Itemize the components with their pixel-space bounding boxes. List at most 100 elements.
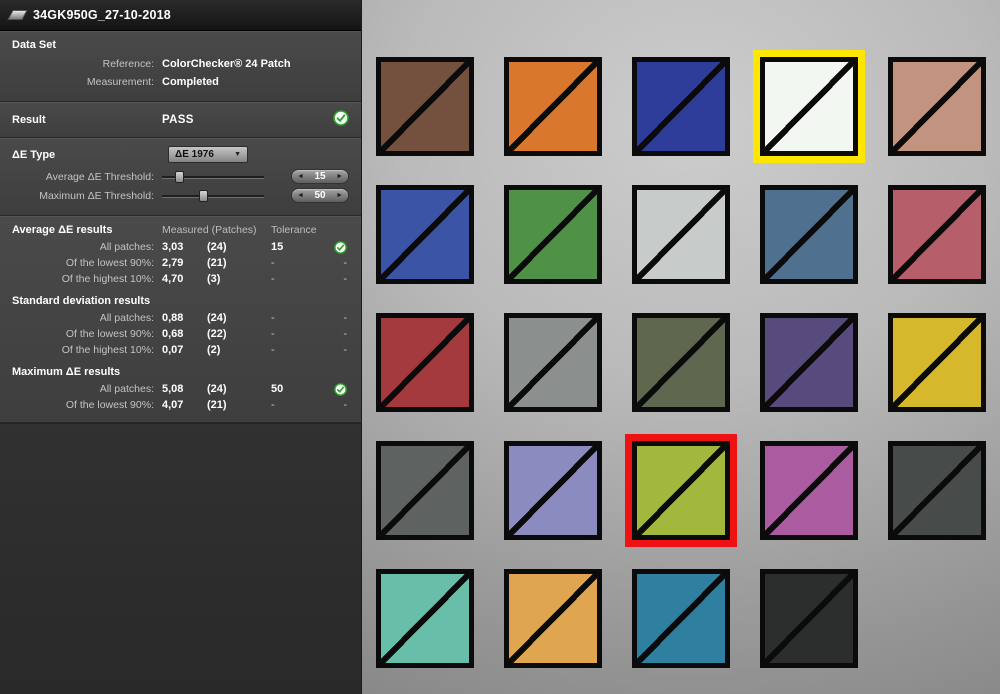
result-tolerance-value: - [271,273,275,285]
color-patch[interactable] [888,441,986,540]
color-patch[interactable] [888,57,986,156]
result-measured-value: 5,08 [162,383,184,395]
result-row: Of the highest 10%: 4,70 (3) - - [12,272,349,286]
color-patch[interactable] [376,185,474,284]
panel-empty-area [0,423,361,694]
color-patch[interactable] [888,185,986,284]
color-patch[interactable] [760,185,858,284]
color-patch[interactable] [376,569,474,668]
average-threshold-slider[interactable] [162,170,264,183]
result-measured-value: 0,88 [162,312,184,324]
color-patch[interactable] [504,313,602,412]
color-patch[interactable] [376,57,474,156]
result-measured-value: 3,03 [162,241,184,253]
result-tolerance-value: - [271,328,275,340]
pass-check-icon [334,382,347,396]
color-patch[interactable] [760,569,858,668]
results-column-headers: Average ΔE results Measured (Patches) To… [12,224,349,236]
result-tolerance-value: 50 [271,383,284,395]
patch-area [362,0,1000,694]
result-patch-count: (22) [207,328,227,340]
patch-grid [362,0,1000,668]
color-patch[interactable] [632,313,730,412]
slider-thumb[interactable] [175,170,185,183]
maximum-threshold-value: 50 [314,189,326,201]
pass-check-icon [334,240,347,254]
average-de-rows: All patches: 3,03 (24) 15 Of the lowest … [12,240,349,286]
result-tolerance-value: - [271,344,275,356]
result-status [329,240,349,254]
result-status: - [343,312,347,324]
color-patch[interactable] [632,441,730,540]
color-patch[interactable] [760,57,858,156]
slider-thumb[interactable] [198,189,208,202]
color-patch[interactable] [376,441,474,540]
color-patch[interactable] [632,57,730,156]
result-row: All patches: 0,88 (24) - - [12,311,349,325]
average-de-results-header: Average ΔE results [12,224,113,236]
color-patch[interactable] [760,313,858,412]
color-patch[interactable] [504,185,602,284]
maximum-threshold-label: Maximum ΔE Threshold: [39,189,154,202]
color-patch[interactable] [504,569,602,668]
measurement-label: Measurement: [86,76,154,88]
average-threshold-row: Average ΔE Threshold: ◄ 15 ► [12,169,349,184]
result-status [329,382,349,396]
result-status: - [343,328,347,340]
result-label: Result [12,113,46,126]
result-patch-count: (21) [207,399,227,411]
color-patch[interactable] [504,441,602,540]
spinner-left-arrow-icon[interactable]: ◄ [297,173,304,180]
result-row: Of the lowest 90%: 0,68 (22) - - [12,327,349,341]
result-patch-count: (24) [207,312,227,324]
maximum-de-results-header: Maximum ΔE results [12,366,121,378]
result-measured-value: 2,79 [162,257,184,269]
result-value: PASS [162,113,194,126]
result-status: - [343,273,347,285]
result-row-label: Of the highest 10%: [61,344,154,356]
measurement-value: Completed [162,76,219,88]
color-patch[interactable] [376,313,474,412]
result-row-label: Of the lowest 90%: [65,399,154,411]
color-patch[interactable] [760,441,858,540]
average-threshold-label: Average ΔE Threshold: [45,170,154,183]
result-patch-count: (2) [207,344,221,356]
result-row: All patches: 3,03 (24) 15 [12,240,349,254]
de-settings-section: ΔE Type ΔE 1976 ▼ Average ΔE Threshold: … [0,138,361,216]
result-tolerance-value: - [271,399,275,411]
result-row-label: Of the lowest 90%: [65,257,154,269]
result-patch-count: (24) [207,383,227,395]
result-tolerance-value: - [271,312,275,324]
de-type-dropdown[interactable]: ΔE 1976 ▼ [168,146,248,163]
spinner-right-arrow-icon[interactable]: ► [336,173,343,180]
de-type-selected: ΔE 1976 [175,149,214,160]
std-dev-rows: All patches: 0,88 (24) - - Of the lowest… [12,311,349,357]
result-row-label: All patches: [99,312,154,324]
result-patch-count: (21) [207,257,227,269]
result-row-label: Of the lowest 90%: [65,328,154,340]
average-threshold-spinner[interactable]: ◄ 15 ► [291,169,349,184]
color-patch[interactable] [632,185,730,284]
color-patch[interactable] [888,313,986,412]
result-status: - [343,344,347,356]
spinner-left-arrow-icon[interactable]: ◄ [297,192,304,199]
measurement-row: Measurement: Completed [12,75,349,89]
slider-track[interactable] [162,194,264,197]
result-row: Of the lowest 90%: 4,07 (21) - - [12,398,349,412]
result-row-label: All patches: [99,241,154,253]
maximum-threshold-spinner[interactable]: ◄ 50 ► [291,188,349,203]
maximum-threshold-slider[interactable] [162,189,264,202]
color-patch[interactable] [632,569,730,668]
title-bar: 34GK950G_27-10-2018 [0,0,361,31]
result-tolerance-value: 15 [271,241,284,253]
col-header-measured: Measured (Patches) [162,224,257,236]
spinner-right-arrow-icon[interactable]: ► [336,192,343,199]
result-row: Of the highest 10%: 0,07 (2) - - [12,343,349,357]
result-patch-count: (3) [207,273,221,285]
result-row: All patches: 5,08 (24) 50 [12,382,349,396]
result-status: - [343,257,347,269]
col-header-tolerance: Tolerance [271,224,317,236]
window-title: 34GK950G_27-10-2018 [33,8,171,22]
maximum-threshold-row: Maximum ΔE Threshold: ◄ 50 ► [12,188,349,203]
color-patch[interactable] [504,57,602,156]
